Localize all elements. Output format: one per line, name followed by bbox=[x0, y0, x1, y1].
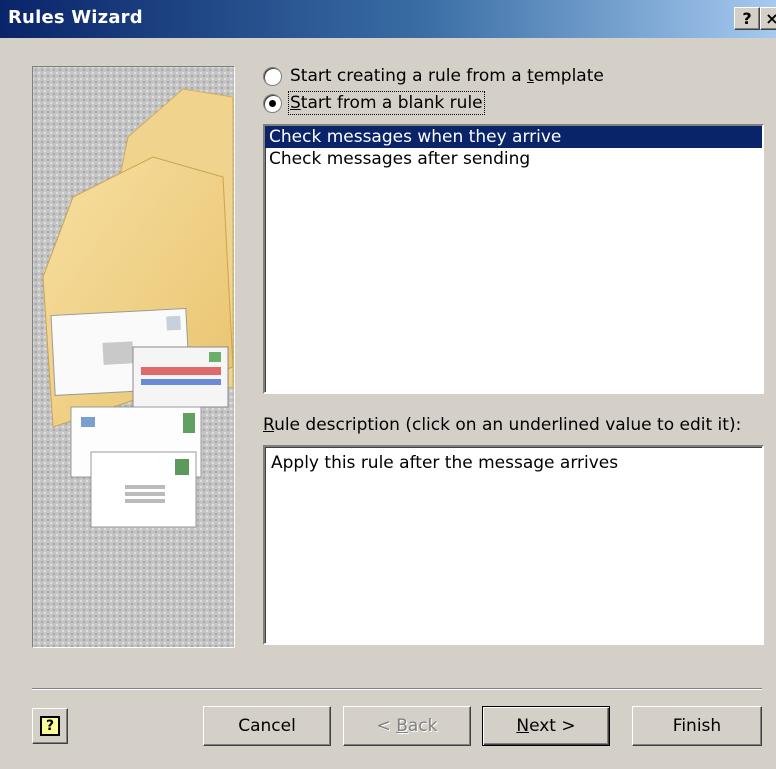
next-label: Next > bbox=[516, 716, 576, 736]
question-icon: ? bbox=[742, 9, 752, 28]
rule-description-text: Apply this rule after the message arrive… bbox=[271, 453, 619, 473]
option-template[interactable]: Start creating a rule from a template bbox=[263, 66, 604, 86]
button-divider bbox=[32, 688, 762, 690]
rule-description-box[interactable]: Apply this rule after the message arrive… bbox=[263, 445, 764, 645]
option-blank-label: Start from a blank rule bbox=[288, 91, 485, 115]
next-button[interactable]: Next > bbox=[482, 706, 610, 746]
radio-template[interactable] bbox=[263, 66, 282, 86]
rule-description-label: Rule description (click on an underlined… bbox=[263, 415, 742, 435]
back-button[interactable]: < Back bbox=[343, 706, 471, 746]
rule-type-list[interactable]: Check messages when they arrive Check me… bbox=[263, 124, 764, 394]
window-title: Rules Wizard bbox=[8, 7, 143, 28]
finish-label: Finish bbox=[672, 716, 722, 736]
list-item[interactable]: Check messages after sending bbox=[265, 148, 762, 170]
list-item[interactable]: Check messages when they arrive bbox=[265, 126, 762, 148]
back-label: < Back bbox=[376, 716, 438, 736]
help-button[interactable]: ? bbox=[32, 708, 68, 744]
title-bar: Rules Wizard ? × bbox=[0, 0, 776, 38]
title-close-button[interactable]: × bbox=[760, 7, 776, 30]
cancel-button[interactable]: Cancel bbox=[203, 706, 331, 746]
help-question-icon: ? bbox=[40, 716, 60, 736]
option-blank[interactable]: Start from a blank rule bbox=[263, 91, 485, 115]
title-help-button[interactable]: ? bbox=[734, 7, 760, 30]
finish-button[interactable]: Finish bbox=[632, 706, 762, 746]
cancel-label: Cancel bbox=[238, 716, 296, 736]
close-icon: × bbox=[765, 9, 776, 28]
wizard-illustration bbox=[32, 66, 235, 648]
radio-selected-dot bbox=[269, 99, 276, 107]
option-template-label: Start creating a rule from a template bbox=[290, 66, 604, 86]
folder-envelopes-icon bbox=[42, 88, 234, 528]
radio-blank[interactable] bbox=[263, 93, 282, 113]
